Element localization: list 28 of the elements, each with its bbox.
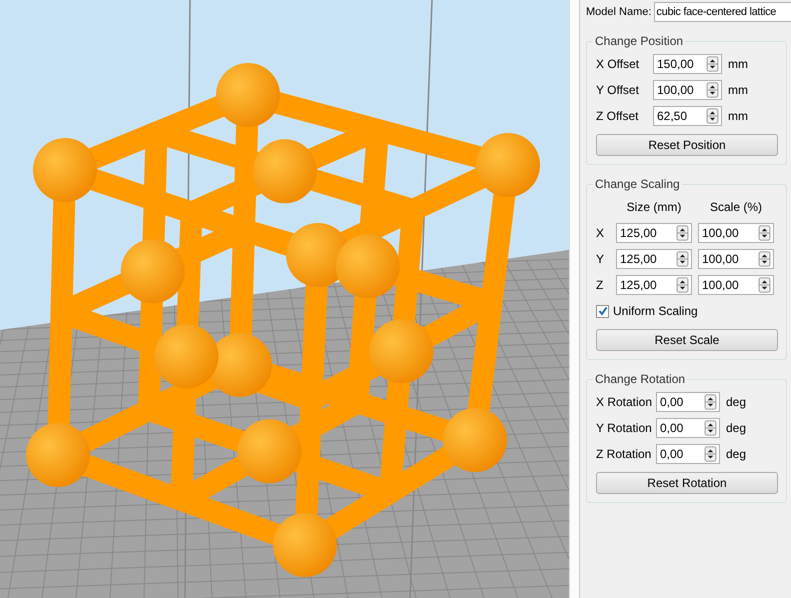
- rotation-label: Y Rotation: [596, 421, 653, 435]
- offset-label: X Offset: [596, 57, 640, 71]
- group-title: Change Position: [594, 34, 684, 48]
- model-name-label: Model Name:: [586, 6, 652, 18]
- unit-label: mm: [728, 83, 748, 97]
- unit-label: deg: [726, 395, 746, 409]
- unit-label: mm: [728, 109, 748, 123]
- 3d-viewport[interactable]: [0, 0, 569, 598]
- unit-label: deg: [726, 447, 746, 461]
- unit-label: deg: [726, 421, 746, 435]
- uniform-scaling-checkbox[interactable]: [596, 304, 609, 318]
- column-header: Size (mm): [626, 200, 682, 214]
- axis-label: Y: [596, 252, 606, 266]
- unit-label: mm: [728, 57, 748, 71]
- axis-label: X: [596, 226, 606, 240]
- offset-label: Y Offset: [596, 83, 640, 97]
- group-title: Change Scaling: [594, 177, 681, 191]
- reset-position-button[interactable]: Reset Position: [596, 134, 778, 156]
- column-header: Scale (%): [708, 200, 763, 214]
- reset-rotation-button[interactable]: Reset Rotation: [596, 472, 778, 494]
- offset-label: Z Offset: [596, 109, 640, 123]
- uniform-scaling-label: Uniform Scaling: [613, 304, 698, 318]
- axis-label: Z: [596, 278, 604, 292]
- model-name-field[interactable]: cubic face-centered lattice: [654, 2, 791, 22]
- reset-scale-button[interactable]: Reset Scale: [596, 329, 778, 351]
- rotation-label: Z Rotation: [596, 447, 652, 461]
- group-title: Change Rotation: [594, 372, 686, 386]
- rotation-label: X Rotation: [596, 395, 654, 409]
